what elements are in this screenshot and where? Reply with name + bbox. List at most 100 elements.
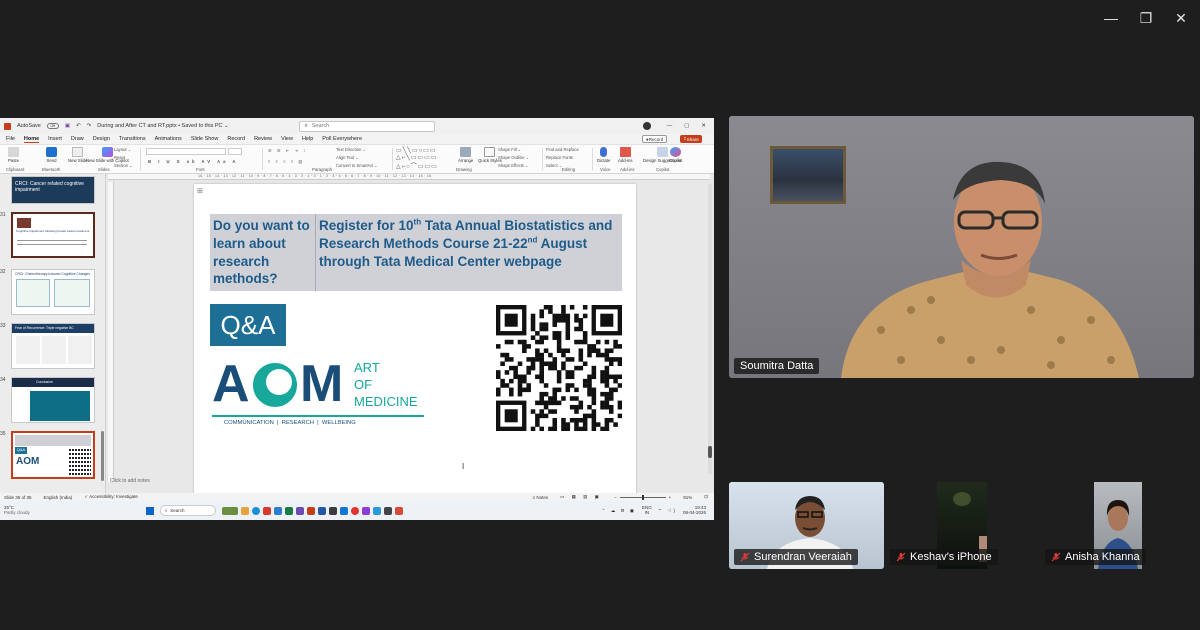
tab-animations[interactable]: Animations: [155, 136, 182, 142]
zoom-level[interactable]: 91%: [683, 495, 692, 500]
section-button[interactable]: Section ⌄: [114, 163, 133, 168]
redo-icon[interactable]: ↷: [87, 123, 92, 129]
excel-icon[interactable]: [284, 506, 293, 515]
language-switcher[interactable]: ENG IN: [642, 505, 652, 516]
notes-button[interactable]: ≡ Notes: [533, 495, 549, 500]
taskbar-search[interactable]: ⌕ Search: [159, 505, 216, 516]
app-icon-purple[interactable]: [361, 506, 370, 515]
font-size-box[interactable]: [228, 148, 242, 155]
chrome-icon[interactable]: [350, 506, 359, 515]
arrange-button[interactable]: Arrange: [458, 147, 473, 163]
slide-scrollbar[interactable]: [708, 184, 712, 474]
tab-insert[interactable]: Insert: [48, 136, 62, 142]
thumbnail-scrollbar[interactable]: [101, 431, 104, 481]
slide-thumbnail[interactable]: Cognitive impairment following breast ca…: [11, 212, 95, 258]
new-slide-button[interactable]: New Slide: [68, 147, 87, 163]
tab-poll-everywhere[interactable]: Poll Everywhere: [322, 136, 362, 142]
windows-start-icon[interactable]: [145, 506, 154, 515]
shape-fill-button[interactable]: Shape Fill ⌄: [498, 147, 521, 152]
reset-button[interactable]: Reset: [114, 155, 125, 160]
participant-tile-main[interactable]: Soumitra Datta: [729, 116, 1194, 378]
tab-draw[interactable]: Draw: [71, 136, 84, 142]
add-ins-button[interactable]: Add-ins: [618, 147, 633, 163]
ppt-close-icon[interactable]: ✕: [701, 123, 706, 129]
current-slide[interactable]: ⊞ Do you want to learn about research me…: [194, 184, 636, 518]
accessibility-indicator[interactable]: ✓ Accessibility: Investigate: [84, 494, 138, 500]
copilot-button[interactable]: Copilot: [669, 147, 682, 163]
shape-effects-button[interactable]: Shape Effects ⌄: [498, 163, 529, 168]
participant-tile[interactable]: Anisha Khanna: [1040, 482, 1194, 569]
find-replace-button[interactable]: Find and Replace: [546, 147, 579, 152]
slide-thumbnail-selected[interactable]: Q&A AOM: [11, 431, 95, 479]
text-direction-button[interactable]: Text Direction ⌄: [336, 147, 366, 152]
doc-title[interactable]: During and After CT and RT.pptx • Saved …: [97, 123, 228, 129]
zoom-icon[interactable]: [339, 506, 348, 515]
dictate-button[interactable]: Dictate: [597, 147, 610, 163]
align-text-button[interactable]: Align Text ⌄: [336, 155, 359, 160]
autosave-toggle[interactable]: Off: [46, 123, 59, 129]
slide-thumbnail[interactable]: Conclusion: [11, 377, 95, 423]
app-icon-red[interactable]: [262, 506, 271, 515]
send-bluetooth-button[interactable]: Send: [46, 147, 57, 163]
slide-scroll-thumb[interactable]: [708, 446, 712, 458]
tab-transitions[interactable]: Transitions: [119, 136, 146, 142]
app-icon-dark[interactable]: [328, 506, 337, 515]
font-format-buttons[interactable]: B I U S ab AV Aa A: [148, 159, 238, 164]
shape-outline-button[interactable]: Shape Outline ⌄: [498, 155, 529, 160]
view-buttons[interactable]: ▭ ▦ ▥ ▣: [560, 494, 602, 500]
list-buttons[interactable]: ☰ ☰ ⇤ ⇥ ↕: [268, 148, 307, 153]
tab-record[interactable]: Record: [227, 136, 245, 142]
wifi-volume-icons[interactable]: ⌔ ◁): [658, 508, 677, 514]
word-icon[interactable]: [317, 506, 326, 515]
widgets-icon[interactable]: [221, 506, 238, 515]
share-button[interactable]: ⇪ Share: [680, 135, 702, 143]
zoom-slider[interactable]: − +: [614, 494, 671, 500]
slide-layout-icon[interactable]: ⊞: [197, 187, 203, 195]
slide-thumbnail[interactable]: Fear of Recurrence: Triple negative BC: [11, 323, 95, 369]
minimize-button[interactable]: —: [1096, 8, 1126, 28]
ppt-restore-icon[interactable]: ▢: [684, 123, 689, 129]
restore-button[interactable]: ❐: [1131, 8, 1161, 28]
app-icon-orange[interactable]: [394, 506, 403, 515]
save-icon[interactable]: ▣: [65, 123, 70, 129]
shapes-gallery[interactable]: ▭╲╲▭○▭▭ △⌐╲▭▭▭▭ △⌐○⌒▭▭▭: [396, 147, 438, 170]
replace-fonts-button[interactable]: Replace Fonts: [546, 155, 573, 160]
teams-icon[interactable]: [295, 506, 304, 515]
file-explorer-icon[interactable]: [240, 506, 249, 515]
edge-icon[interactable]: [251, 506, 260, 515]
language-indicator[interactable]: English (India): [44, 495, 73, 500]
participant-tile[interactable]: Keshav's iPhone: [885, 482, 1039, 569]
powerpoint-taskbar-icon[interactable]: [306, 506, 315, 515]
taskbar-clock[interactable]: 19:43 09-04-2026: [683, 505, 706, 516]
app-icon-blue[interactable]: [372, 506, 381, 515]
layout-button[interactable]: Layout ⌄: [114, 147, 131, 152]
notes-placeholder[interactable]: Click to add notes: [110, 478, 150, 484]
weather-widget[interactable]: 25°C Partly cloudy: [4, 505, 30, 516]
tab-help[interactable]: Help: [302, 136, 313, 142]
tab-review[interactable]: Review: [254, 136, 272, 142]
app-icon-gray[interactable]: [383, 506, 392, 515]
tab-view[interactable]: View: [281, 136, 293, 142]
slide-thumbnail[interactable]: CRCI: Cancer related cognitive impairmen…: [11, 176, 95, 204]
ppt-minimize-icon[interactable]: —: [667, 123, 673, 129]
undo-icon[interactable]: ↶: [76, 123, 81, 129]
tab-slide-show[interactable]: Slide Show: [191, 136, 219, 142]
ppt-search-box[interactable]: ⌕ Search: [298, 120, 435, 132]
select-button[interactable]: Select ⌄: [546, 163, 562, 168]
system-tray-icons[interactable]: ⌃ ☁ ⚙ ▣: [602, 508, 636, 514]
account-avatar[interactable]: [642, 122, 651, 130]
tab-design[interactable]: Design: [93, 136, 110, 142]
convert-smartart-button[interactable]: Convert to SmartArt ⌄: [336, 163, 378, 168]
tab-home[interactable]: Home: [23, 136, 40, 143]
fit-slide-icon[interactable]: ⊡: [704, 494, 708, 500]
slide-thumbnail-pane[interactable]: CRCI: Cancer related cognitive impairmen…: [0, 174, 106, 500]
record-button[interactable]: ● Record: [642, 135, 668, 143]
paste-button[interactable]: Paste: [8, 147, 19, 163]
tab-file[interactable]: File: [6, 136, 15, 142]
participant-tile[interactable]: Surendran Veeraiah: [729, 482, 884, 569]
outlook-icon[interactable]: [273, 506, 282, 515]
font-name-box[interactable]: [146, 148, 226, 155]
close-button[interactable]: ✕: [1166, 8, 1196, 28]
align-buttons[interactable]: ≡ ≡ ≡ ≡ ▥: [268, 159, 304, 164]
slide-thumbnail[interactable]: CRCI: Chemotherapy-induced Cognitive Cha…: [11, 269, 95, 315]
